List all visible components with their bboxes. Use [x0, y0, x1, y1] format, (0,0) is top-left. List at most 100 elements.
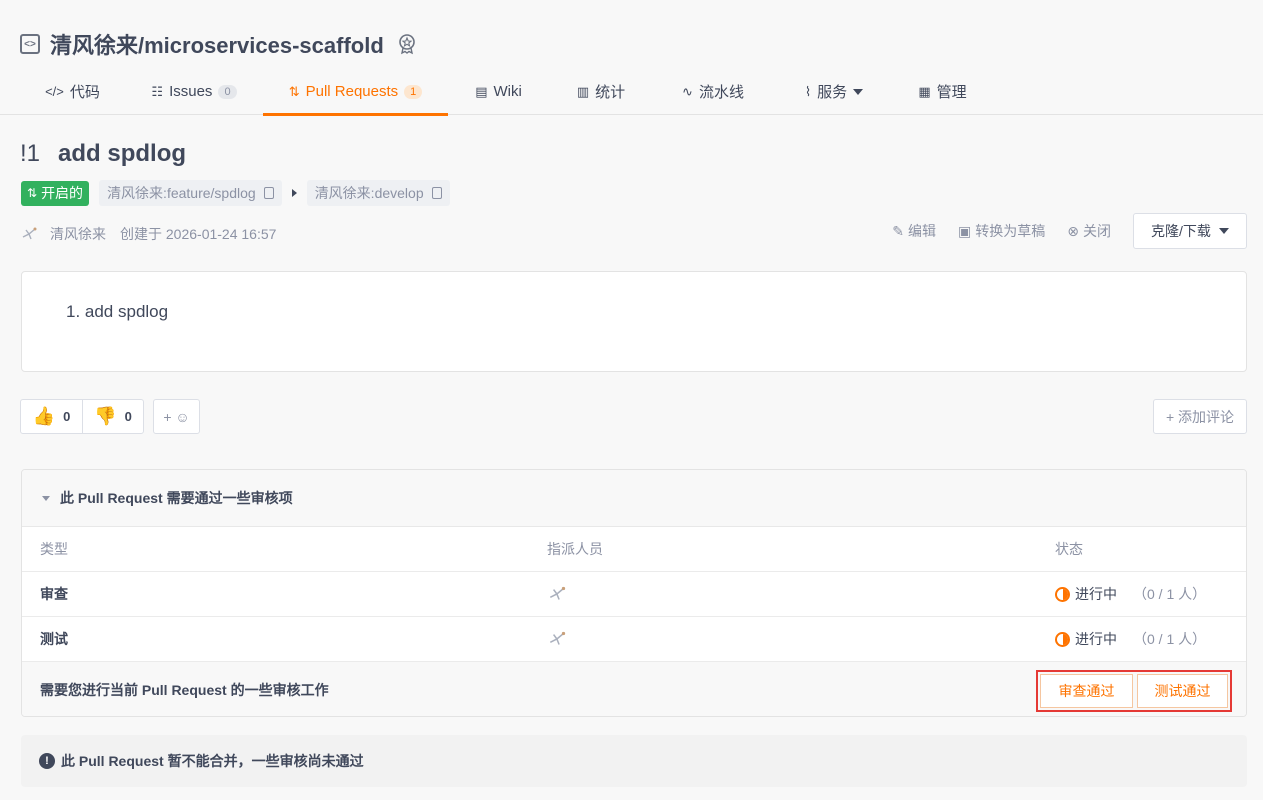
review-type: 测试 [40, 631, 68, 647]
created-time: 创建于 2026-01-24 16:57 [120, 226, 277, 242]
repo-title: <> 清风徐来/microservices-scaffold [20, 28, 418, 60]
approve-test-button[interactable]: 测试通过 [1137, 674, 1228, 708]
review-status: 进行中 （0 / 1 人） [1055, 584, 1206, 604]
issues-count-badge: 0 [218, 84, 237, 99]
pipeline-icon: ∿ [682, 83, 693, 99]
review-panel: 此 Pull Request 需要通过一些审核项 类型 指派人员 状态 审查 进… [21, 469, 1247, 717]
tab-service[interactable]: ⌇ 服务 [773, 68, 895, 115]
tab-issues[interactable]: ☷ Issues 0 [125, 68, 263, 115]
add-reaction-button[interactable]: + ☺ [153, 399, 200, 434]
repo-tabs: </> 代码 ☷ Issues 0 ⇅ Pull Requests 1 ▤ Wi… [20, 68, 990, 116]
review-footer: 需要您进行当前 Pull Request 的一些审核工作 审查通过 测试通过 [22, 662, 1246, 716]
author-row: 清风徐来 创建于 2026-01-24 16:57 [20, 222, 276, 246]
tab-pipeline[interactable]: ∿ 流水线 [653, 68, 773, 115]
clone-label: 克隆/下载 [1151, 223, 1211, 239]
add-comment-button[interactable]: + 添加评论 [1153, 399, 1247, 434]
draft-label: 转换为草稿 [975, 223, 1046, 239]
merge-warning: ! 此 Pull Request 暂不能合并，一些审核尚未通过 [21, 735, 1247, 787]
pull-request-icon: ⇅ [27, 186, 38, 200]
target-branch[interactable]: 清风徐来:develop [306, 180, 450, 206]
review-footer-text: 需要您进行当前 Pull Request 的一些审核工作 [40, 682, 329, 698]
pr-actions: ✎ 编辑 ▣ 转换为草稿 ⊗ 关闭 克隆/下载 [892, 213, 1247, 249]
pr-name: add spdlog [58, 140, 187, 167]
avatar[interactable] [547, 628, 569, 650]
source-branch[interactable]: 清风徐来:feature/spdlog [99, 180, 282, 206]
review-type: 审查 [40, 586, 68, 602]
issues-icon: ☷ [151, 83, 164, 99]
code-icon: </> [45, 84, 64, 99]
status-text: 进行中 [1075, 631, 1117, 647]
pr-count-badge: 1 [404, 84, 423, 99]
col-status: 状态 [1055, 541, 1083, 557]
repo-name[interactable]: 清风徐来/microservices-scaffold [50, 28, 384, 60]
tab-label: 流水线 [698, 84, 744, 101]
tab-label: Wiki [493, 83, 522, 100]
tab-label: 统计 [595, 84, 626, 101]
edit-icon: ✎ [892, 222, 905, 239]
table-header: 类型 指派人员 状态 [22, 527, 1246, 572]
avatar[interactable] [547, 583, 569, 605]
close-icon: ⊗ [1067, 222, 1079, 239]
thumbs-down-count: 0 [124, 409, 132, 424]
review-buttons-highlight: 审查通过 测试通过 [1036, 670, 1232, 712]
tab-wiki[interactable]: ▤ Wiki [448, 68, 549, 115]
thumbs-up-button[interactable]: 👍 0 [21, 400, 82, 433]
tab-stats[interactable]: ▥ 统计 [549, 68, 653, 115]
reactions: 👍 0 👎 0 + ☺ [20, 399, 200, 434]
clone-download-button[interactable]: 克隆/下载 [1133, 213, 1247, 249]
edit-label: 编辑 [908, 223, 937, 239]
convert-draft-button[interactable]: ▣ 转换为草稿 [958, 221, 1045, 241]
award-badge-icon[interactable] [396, 33, 418, 55]
edit-button[interactable]: ✎ 编辑 [892, 221, 936, 241]
copy-icon[interactable] [431, 187, 442, 199]
close-button[interactable]: ⊗ 关闭 [1067, 221, 1111, 241]
in-progress-icon [1055, 586, 1070, 602]
status-badge: ⇅ 开启的 [21, 180, 90, 206]
exclamation-icon: ! [39, 753, 55, 769]
pr-title: !1 add spdlog [20, 140, 186, 168]
pr-number: !1 [20, 140, 41, 167]
target-branch-label: 清风徐来:develop [314, 185, 424, 201]
col-assignee: 指派人员 [547, 541, 603, 557]
table-row: 审查 进行中 （0 / 1 人） [22, 572, 1246, 617]
service-icon: ⌇ [804, 83, 812, 99]
table-row: 测试 进行中 （0 / 1 人） [22, 617, 1246, 662]
thumbs-up-count: 0 [63, 409, 71, 424]
tab-code[interactable]: </> 代码 [20, 68, 125, 115]
status-text: 进行中 [1075, 586, 1117, 602]
in-progress-icon [1055, 631, 1070, 647]
thumbs-up-icon: 👍 [32, 406, 56, 426]
tab-label: Issues [169, 83, 213, 100]
thumbs-down-button[interactable]: 👎 0 [82, 400, 143, 433]
tab-label: 代码 [69, 84, 100, 101]
tab-label: 管理 [936, 84, 967, 101]
pull-request-icon: ⇅ [288, 83, 300, 99]
merge-warning-text: 此 Pull Request 暂不能合并，一些审核尚未通过 [61, 753, 364, 769]
status-count: （0 / 1 人） [1133, 586, 1207, 602]
tab-pull-requests[interactable]: ⇅ Pull Requests 1 [263, 68, 448, 116]
tab-label: 服务 [817, 84, 848, 101]
pr-description: 1. add spdlog [21, 271, 1247, 372]
col-type: 类型 [40, 541, 68, 557]
avatar[interactable] [20, 224, 40, 244]
approve-review-button[interactable]: 审查通过 [1040, 674, 1133, 708]
arrow-right-icon [291, 189, 297, 197]
wiki-icon: ▤ [475, 83, 488, 99]
manage-icon: ▦ [918, 83, 931, 99]
chevron-down-icon [853, 88, 864, 95]
description-item: 1. add spdlog [66, 302, 169, 321]
stats-icon: ▥ [576, 83, 590, 99]
review-status: 进行中 （0 / 1 人） [1055, 629, 1206, 649]
repo-header: <> 清风徐来/microservices-scaffold </> 代码 ☷ … [0, 0, 1263, 116]
author-name[interactable]: 清风徐来 [50, 224, 106, 244]
status-label: 开启的 [41, 185, 84, 201]
chevron-down-icon [1218, 228, 1229, 234]
copy-icon[interactable] [263, 187, 274, 199]
thumbs-down-icon: 👎 [94, 406, 117, 426]
draft-icon: ▣ [958, 222, 972, 239]
tab-label: Pull Requests [305, 83, 399, 100]
review-heading[interactable]: 此 Pull Request 需要通过一些审核项 [22, 470, 1246, 527]
source-branch-label: 清风徐来:feature/spdlog [107, 185, 256, 201]
tab-manage[interactable]: ▦ 管理 [895, 68, 990, 115]
review-table: 类型 指派人员 状态 审查 进行中 （0 / 1 人） 测试 进行中 （0 / … [22, 527, 1246, 662]
